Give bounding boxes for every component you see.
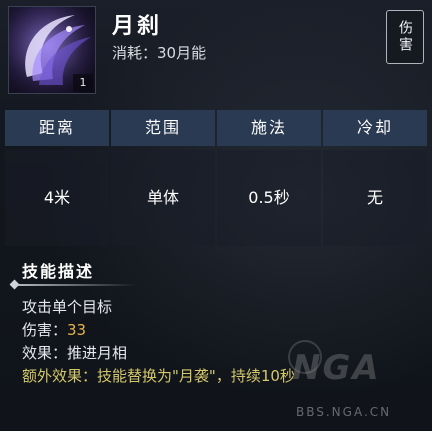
stats-value-row: 4米 单体 0.5秒 无 bbox=[5, 150, 427, 246]
nga-logo-watermark: NGA bbox=[292, 348, 381, 388]
description-line-extra: 额外效果：技能替换为"月袭"，持续10秒 bbox=[22, 365, 295, 388]
site-watermark: BBS.NGA.CN bbox=[296, 405, 392, 419]
stats-header-row: 距离 范围 施法 冷却 bbox=[5, 110, 427, 146]
stat-header-cooldown: 冷却 bbox=[323, 110, 427, 146]
description-line-damage: 伤害：33 bbox=[22, 319, 295, 342]
stat-value-area: 单体 bbox=[111, 150, 215, 246]
skill-name: 月刹 bbox=[112, 14, 163, 39]
description-line-effect: 效果：推进月相 bbox=[22, 342, 295, 365]
tooltip-header: 1 月刹 消耗：30月能 伤害 bbox=[0, 0, 432, 104]
stat-header-area: 范围 bbox=[111, 110, 215, 146]
stat-value-cooldown: 无 bbox=[323, 150, 427, 246]
effect-value: 推进月相 bbox=[67, 344, 128, 362]
skill-type-tag: 伤害 bbox=[386, 10, 424, 64]
skill-level-badge: 1 bbox=[73, 74, 93, 92]
crescent-slash-icon[interactable]: 1 bbox=[8, 6, 96, 94]
description-title: 技能描述 bbox=[22, 262, 95, 281]
effect-label: 效果： bbox=[22, 344, 68, 362]
extra-effect-label: 额外效果： bbox=[22, 367, 98, 385]
stat-header-cast: 施法 bbox=[217, 110, 321, 146]
skill-description: 攻击单个目标 伤害：33 效果：推进月相 额外效果：技能替换为"月袭"，持续10… bbox=[22, 296, 295, 388]
damage-value: 33 bbox=[67, 321, 87, 339]
description-line-target: 攻击单个目标 bbox=[22, 298, 113, 316]
damage-label: 伤害： bbox=[22, 321, 68, 339]
stat-value-cast: 0.5秒 bbox=[217, 150, 321, 246]
stat-header-range: 距离 bbox=[5, 110, 109, 146]
stat-value-range: 4米 bbox=[5, 150, 109, 246]
skill-cost: 消耗：30月能 bbox=[112, 42, 206, 63]
section-divider bbox=[16, 284, 136, 286]
extra-effect-value: 技能替换为"月袭"，持续10秒 bbox=[97, 367, 295, 385]
cost-value: 30月能 bbox=[157, 44, 207, 62]
cost-label: 消耗： bbox=[112, 44, 158, 62]
skill-tooltip: 1 月刹 消耗：30月能 伤害 距离 范围 施法 冷却 4米 单体 0.5秒 无… bbox=[0, 0, 432, 431]
